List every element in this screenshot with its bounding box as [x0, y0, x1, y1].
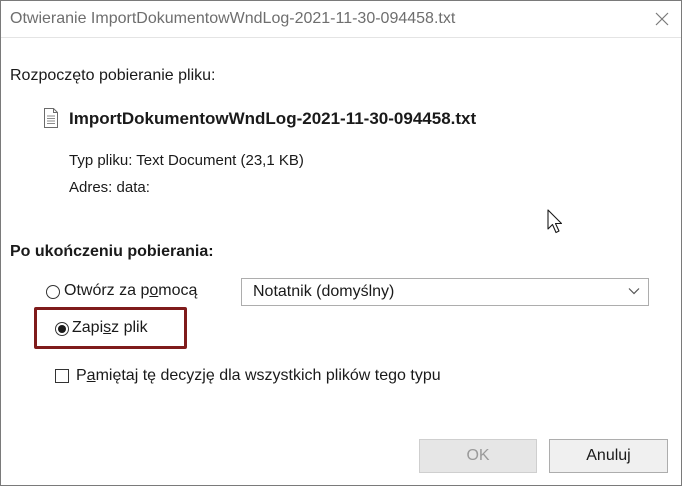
open-with-label[interactable]: Otwórz za pomocą	[64, 282, 197, 300]
after-download-heading: Po ukończeniu pobierania:	[10, 243, 214, 260]
text-file-icon	[44, 108, 58, 128]
file-address-value: data:	[116, 179, 150, 196]
download-dialog: Otwieranie ImportDokumentowWndLog-2021-1…	[0, 0, 682, 486]
chevron-down-icon	[628, 288, 640, 295]
ok-button[interactable]: OK	[419, 439, 537, 473]
close-button[interactable]	[649, 5, 675, 33]
file-type-value: Text Document (23,1 KB)	[136, 152, 304, 169]
save-file-radio[interactable]	[55, 322, 69, 336]
download-started-label: Rozpoczęto pobieranie pliku:	[10, 67, 216, 84]
open-with-radio[interactable]	[46, 285, 60, 299]
window-title: Otwieranie ImportDokumentowWndLog-2021-1…	[10, 10, 456, 27]
close-icon[interactable]	[655, 12, 669, 26]
title-bar[interactable]: Otwieranie ImportDokumentowWndLog-2021-1…	[1, 1, 681, 38]
file-type-row: Typ pliku: Text Document (23,1 KB)	[69, 152, 304, 169]
save-file-label[interactable]: Zapisz plik	[72, 319, 148, 337]
file-address-label: Adres:	[69, 179, 113, 196]
file-type-label: Typ pliku:	[69, 152, 133, 169]
file-name: ImportDokumentowWndLog-2021-11-30-094458…	[69, 109, 477, 128]
file-address-row: Adres: data:	[69, 179, 150, 196]
open-with-app-select[interactable]: Notatnik (domyślny)	[241, 278, 649, 306]
remember-decision-checkbox[interactable]	[55, 369, 69, 383]
open-with-app-value: Notatnik (domyślny)	[253, 283, 395, 300]
mouse-pointer-icon	[547, 209, 563, 234]
cancel-button[interactable]: Anuluj	[549, 439, 668, 473]
remember-decision-label[interactable]: Pamiętaj tę decyzję dla wszystkich plikó…	[76, 367, 441, 385]
